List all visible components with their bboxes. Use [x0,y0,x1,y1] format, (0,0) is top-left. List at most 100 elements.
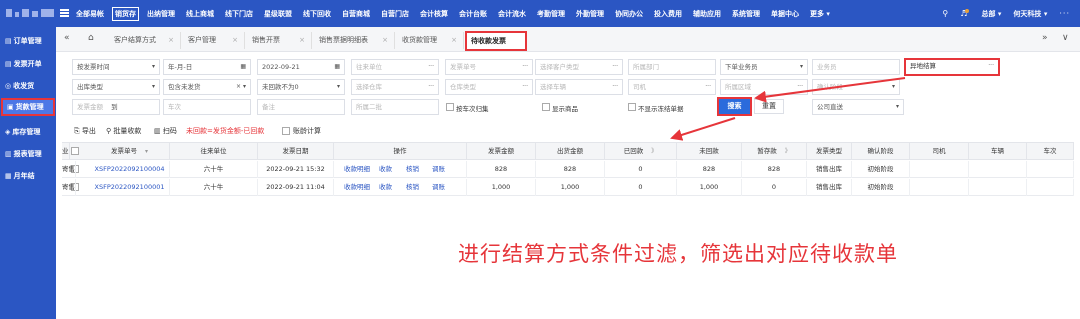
aging-checkbox[interactable] [282,127,290,135]
filter-field-suffix-icon[interactable]: ▾ [152,80,155,94]
top-nav-item[interactable]: 星级联盟 [264,9,292,19]
filter-field[interactable]: 选择车辆 ··· [535,79,623,95]
hide-cleared-checkbox[interactable] [628,103,636,111]
sidebar-item[interactable]: ▦ 月年结 [4,167,54,185]
bell-icon[interactable]: ♬ [960,9,970,18]
tab[interactable]: 销售票据明细表 × [313,32,395,49]
top-nav-item[interactable]: 线下门店 [225,9,253,19]
filter-field[interactable]: 包含未发货 × ▾ [163,79,251,95]
filter-field-suffix-icon[interactable]: ··· [705,80,711,94]
column-header[interactable]: 车次 [1027,143,1074,160]
group-by-car-checkbox[interactable] [446,103,454,111]
column-header[interactable]: 暂存款 》 [742,143,807,160]
filter-field-suffix-icon[interactable]: ··· [988,60,994,72]
filter-field-suffix-icon[interactable]: ▾ [800,60,803,74]
column-header[interactable]: 确认阶段 [852,143,910,160]
filter-field-suffix-icon[interactable]: ··· [428,60,434,74]
sidebar-item[interactable]: ▤ 订单管理 [4,32,54,50]
top-nav-item[interactable]: 考勤管理 [537,9,565,19]
filter-field[interactable]: 往来单位 ··· [351,59,439,75]
top-nav-item[interactable]: 投入费用 [654,9,682,19]
filter-field-suffix-icon[interactable]: ··· [612,80,618,94]
column-header[interactable]: 发票金额 [467,143,536,160]
invoice-amount-range[interactable]: 发票金额 到 [72,99,160,115]
column-header[interactable]: 发票单号 ▾ [90,143,170,160]
show-goods-checkbox[interactable] [542,103,550,111]
table-row[interactable]: XSFP2022092100004 六十牛 2022-09-21 15:32 收款明细… [62,161,1074,178]
select-all-checkbox[interactable] [71,147,79,155]
more-options-icon[interactable]: ··· [1059,9,1070,18]
top-nav-item[interactable]: 系统管理 [732,9,760,19]
table-row[interactable]: XSFP2022092100001 六十牛 2022-09-21 11:04 收款明细… [62,179,1074,196]
row-actions[interactable]: 收款明细 收款 核销 调账 [334,179,467,196]
filter-field[interactable]: 按发票时间 ▾ [72,59,160,75]
branch-switch[interactable]: 总部 ▾ [981,9,1001,19]
top-nav-item[interactable]: 会计台账 [459,9,487,19]
filter-field[interactable]: 未回款不为0 ▾ [257,79,345,95]
top-nav-item[interactable]: 会计核算 [420,9,448,19]
tab[interactable]: 客户结算方式 × [108,32,181,49]
top-nav-item[interactable]: 更多 ▾ [810,9,830,19]
row-action-link[interactable]: 收款明细 [344,179,370,196]
filter-field[interactable]: 所属部门 [628,59,716,75]
company-switch[interactable]: 何天科技 ▾ [1013,9,1047,19]
column-header[interactable]: 发票类型 [807,143,852,160]
close-icon[interactable]: × [299,32,305,49]
filter-field-suffix-icon[interactable]: ▦ [334,60,340,74]
scan-button[interactable]: ▥ 扫码 [154,126,177,136]
filter-field-suffix-icon[interactable]: × ▾ [236,80,246,94]
sidebar-item[interactable]: ◎ 收发货 [4,77,54,95]
filter-field-suffix-icon[interactable]: ▦ [240,60,246,74]
column-header[interactable]: 车辆 [969,143,1027,160]
sidebar-item[interactable]: ▤ 发票开单 [4,55,54,73]
top-nav-item[interactable]: 辅助应用 [693,9,721,19]
tabs-menu-icon[interactable]: ∨ [1062,33,1069,43]
filter-field[interactable]: 下单业务员 ▾ [720,59,808,75]
top-nav-item[interactable]: 单据中心 [771,9,799,19]
sort-icon[interactable]: 》 [651,148,657,155]
tabs-back-icon[interactable]: « [64,33,70,43]
tab[interactable]: 销售开票 × [246,32,312,49]
invoice-number-link[interactable]: XSFP2022092100004 [90,161,170,178]
top-nav-item[interactable]: 线上商城 [186,9,214,19]
sort-icon[interactable]: ▾ [145,148,148,155]
filter-field[interactable]: 出库类型 ▾ [72,79,160,95]
filter-field[interactable]: 年-月-日 ▦ [163,59,251,75]
top-nav-item[interactable]: 自营商城 [342,9,370,19]
filter-field[interactable]: 确认阶段 ▾ [812,79,900,95]
column-header[interactable]: 已回款》 [605,143,677,160]
sidebar-item[interactable]: ▥ 报表管理 [4,145,54,163]
batch-collect-button[interactable]: ⚲ 批量收款 [106,126,141,136]
top-nav-item[interactable]: 线下回收 [303,9,331,19]
filter-field[interactable]: 仓库类型 ··· [445,79,533,95]
sidebar-item[interactable]: ◈ 库存管理 [4,123,54,141]
filter-field[interactable]: 发票单号 ··· [445,59,533,75]
sort-icon[interactable]: 》 [785,148,791,155]
filter-field-suffix-icon[interactable]: ··· [522,60,528,74]
filter-field[interactable]: 异地结算 ··· [904,58,1000,76]
filter-field[interactable]: 司机 ··· [628,79,716,95]
column-header[interactable]: 未回款 [677,143,742,160]
search-icon[interactable]: ⚲ [942,9,948,18]
home-icon[interactable]: ⌂ [88,33,94,43]
filter-field[interactable]: 选择仓库 ··· [351,79,439,95]
column-header[interactable]: 往来单位 [170,143,258,160]
top-nav-item[interactable]: 会计流水 [498,9,526,19]
filter-field-suffix-icon[interactable]: ··· [428,80,434,94]
invoice-number-link[interactable]: XSFP2022092100001 [90,179,170,196]
row-action-link[interactable]: 调账 [432,179,445,196]
level2-input[interactable]: 所属二批 [351,99,439,115]
row-actions[interactable]: 收款明细 收款 核销 调账 [334,161,467,178]
filter-field[interactable]: 业务员 [812,59,900,75]
reset-button[interactable]: 重置 [754,99,784,114]
car-times-input[interactable]: 车次 [163,99,251,115]
row-action-link[interactable]: 收款 [379,161,392,178]
delivery-mode-select[interactable]: 公司直送 ▾ [812,99,904,115]
filter-field[interactable]: 2022-09-21 ▦ [257,59,345,75]
top-nav-item[interactable]: 自营门店 [381,9,409,19]
filter-field-suffix-icon[interactable]: ▾ [892,80,895,94]
top-nav-item[interactable]: 外勤管理 [576,9,604,19]
filter-field-suffix-icon[interactable]: ··· [797,80,803,94]
sidebar-item[interactable]: ▣ 货款管理 [1,98,55,116]
filter-field-suffix-icon[interactable]: ▾ [337,80,340,94]
